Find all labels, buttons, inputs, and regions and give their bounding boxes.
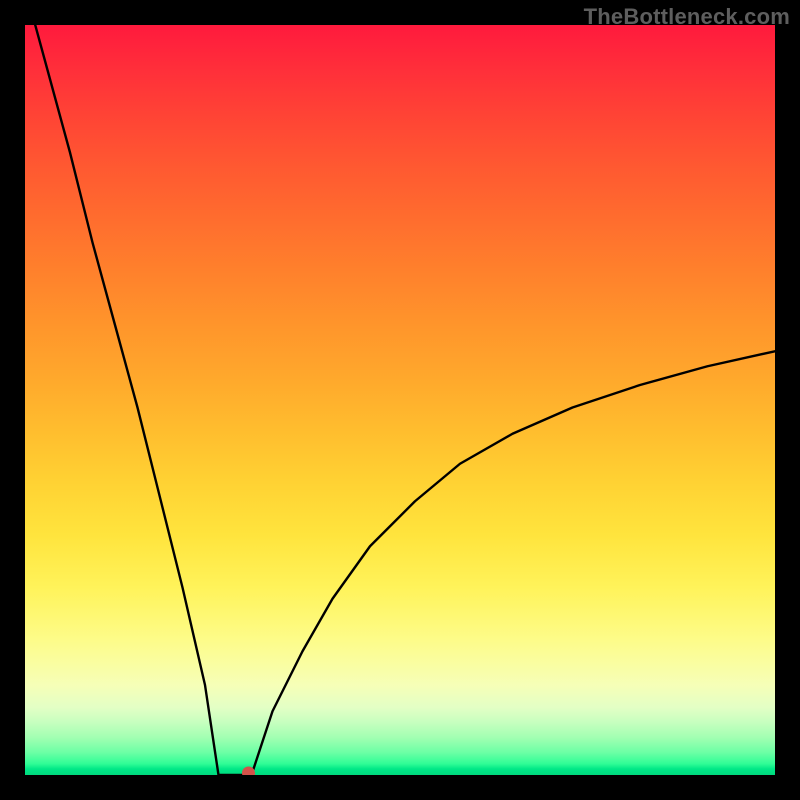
curve-layer: [25, 25, 775, 775]
bottleneck-curve: [25, 25, 775, 775]
plot-area: [25, 25, 775, 775]
watermark-text: TheBottleneck.com: [584, 4, 790, 30]
chart-frame: TheBottleneck.com: [0, 0, 800, 800]
